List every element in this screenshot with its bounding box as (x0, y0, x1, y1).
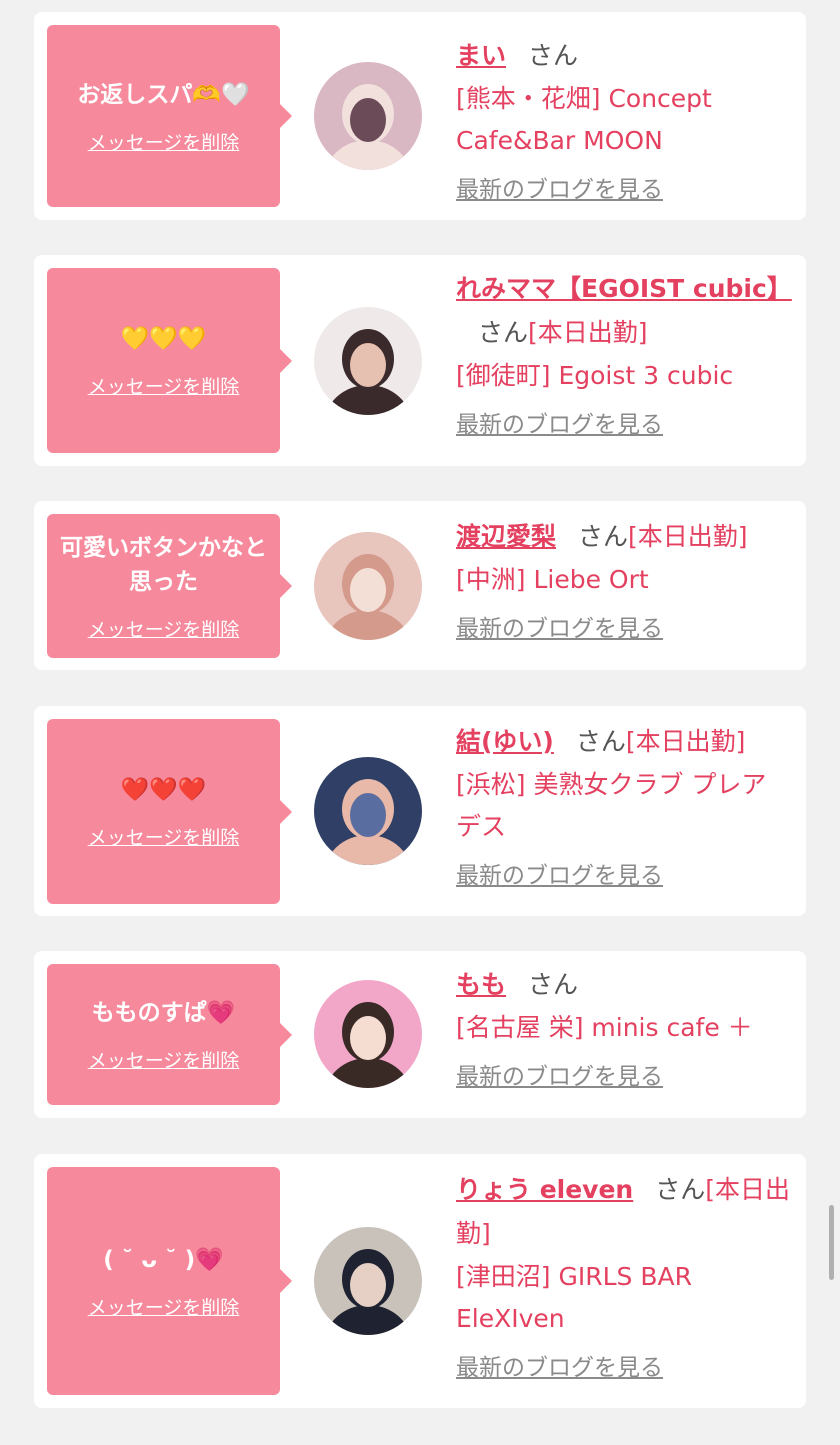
name-line: まい さん (456, 34, 791, 78)
message-text: もものすぱ💗 (91, 1000, 236, 1026)
message-text: お返しスパ🫶🤍 (77, 81, 250, 108)
name-line: りょう eleven さん[本日出勤] (456, 1168, 791, 1256)
avatar[interactable] (314, 62, 422, 170)
shift-badge: [本日出勤] (528, 318, 648, 347)
cast-info: れみママ【EGOIST cubic】さん[本日出勤] [御徒町] Egoist 3… (456, 267, 792, 441)
message-card: お返しスパ🫶🤍 メッセージを削除 まい さん [熊本・花畑] Concept Cafe&… (34, 12, 806, 220)
shift-badge: [本日出勤] (625, 727, 746, 756)
cast-name-link[interactable]: 渡辺愛梨 (456, 522, 556, 551)
delete-message-link[interactable]: メッセージを削除 (88, 1293, 240, 1320)
message-bubble: ❤️❤️❤️ メッセージを削除 (47, 719, 292, 904)
shop-label: [熊本・花畑] Concept Cafe&Bar MOON (456, 84, 712, 155)
message-text: ( ˘ ᴗ ˘ )💗 (103, 1246, 224, 1273)
cast-info: りょう eleven さん[本日出勤] [津田沼] GIRLS BAR EleXIv… (456, 1168, 791, 1384)
latest-blog-link[interactable]: 最新のブログを見る (456, 1352, 791, 1384)
cast-name-link[interactable]: 結(ゆい) (456, 727, 554, 756)
cast-name-link[interactable]: れみママ【EGOIST cubic】 (456, 274, 792, 303)
honorific-label: さん (655, 1175, 706, 1204)
avatar[interactable] (314, 307, 422, 415)
name-line: 結(ゆい) さん[本日出勤] (456, 720, 791, 764)
message-text: 💛💛💛 (120, 326, 207, 352)
cast-name-link[interactable]: もも (456, 970, 506, 999)
name-line: もも さん (456, 963, 791, 1007)
message-bubble: もものすぱ💗 メッセージを削除 (47, 964, 292, 1105)
avatar[interactable] (314, 980, 422, 1088)
honorific-label: さん (578, 522, 629, 551)
cast-info: 渡辺愛梨 さん[本日出勤] [中洲] Liebe Ort 最新のブログを見る (456, 515, 791, 645)
shop-label: [名古屋 栄] minis cafe ＋ (456, 1013, 753, 1042)
shop-label: [御徒町] Egoist 3 cubic (456, 361, 734, 390)
name-line: 渡辺愛梨 さん[本日出勤] (456, 515, 791, 559)
scrollbar[interactable] (829, 1205, 834, 1280)
message-card: 💛💛💛 メッセージを削除 れみママ【EGOIST cubic】さん[本日出勤] [御徒… (34, 255, 806, 466)
message-card: ❤️❤️❤️ メッセージを削除 結(ゆい) さん[本日出勤] [浜松] 美熟女クラブ プ… (34, 706, 806, 916)
delete-message-link[interactable]: メッセージを削除 (88, 823, 240, 850)
cast-name-link[interactable]: りょう eleven (456, 1175, 633, 1204)
honorific-label: さん (528, 970, 579, 999)
cast-info: もも さん [名古屋 栄] minis cafe ＋ 最新のブログを見る (456, 963, 791, 1093)
message-card: ( ˘ ᴗ ˘ )💗 メッセージを削除 りょう eleven さん[本日出勤] [津田沼… (34, 1154, 806, 1408)
delete-message-link[interactable]: メッセージを削除 (88, 1046, 240, 1073)
message-bubble: お返しスパ🫶🤍 メッセージを削除 (47, 25, 292, 207)
message-card: 可愛いボタンかなと思ったメッセージを削除 渡辺愛梨 さん[本日出勤] [中洲] Lie… (34, 501, 806, 670)
honorific-label: さん (528, 41, 579, 70)
shop-label: [中洲] Liebe Ort (456, 565, 649, 594)
message-card: もものすぱ💗 メッセージを削除 もも さん [名古屋 栄] minis cafe ＋ 最新… (34, 951, 806, 1118)
latest-blog-link[interactable]: 最新のブログを見る (456, 174, 791, 206)
latest-blog-link[interactable]: 最新のブログを見る (456, 613, 791, 645)
latest-blog-link[interactable]: 最新のブログを見る (456, 1061, 791, 1093)
honorific-label: さん (575, 727, 626, 756)
latest-blog-link[interactable]: 最新のブログを見る (456, 860, 791, 892)
delete-message-link[interactable]: メッセージを削除 (88, 615, 240, 642)
message-bubble: ( ˘ ᴗ ˘ )💗 メッセージを削除 (47, 1167, 292, 1395)
shop-label: [浜松] 美熟女クラブ プレアデス (456, 770, 767, 841)
name-line: れみママ【EGOIST cubic】さん[本日出勤] (456, 267, 792, 355)
honorific-label: さん (478, 318, 529, 347)
cast-name-link[interactable]: まい (456, 41, 506, 70)
message-bubble: 可愛いボタンかなと思ったメッセージを削除 (47, 514, 292, 658)
message-text: 可愛いボタンかなと思った (60, 534, 267, 595)
shift-badge: [本日出勤] (628, 522, 748, 551)
cast-info: 結(ゆい) さん[本日出勤] [浜松] 美熟女クラブ プレアデス最新のブログを見る (456, 720, 791, 892)
delete-message-link[interactable]: メッセージを削除 (88, 372, 240, 399)
avatar[interactable] (314, 1227, 422, 1335)
latest-blog-link[interactable]: 最新のブログを見る (456, 409, 791, 441)
shop-label: [津田沼] GIRLS BAR EleXIven (456, 1262, 692, 1333)
avatar[interactable] (314, 532, 422, 640)
cast-info: まい さん [熊本・花畑] Concept Cafe&Bar MOON 最新のブログを… (456, 34, 791, 206)
avatar[interactable] (314, 757, 422, 865)
message-bubble: 💛💛💛 メッセージを削除 (47, 268, 292, 453)
delete-message-link[interactable]: メッセージを削除 (88, 128, 240, 155)
message-text: ❤️❤️❤️ (120, 777, 207, 803)
